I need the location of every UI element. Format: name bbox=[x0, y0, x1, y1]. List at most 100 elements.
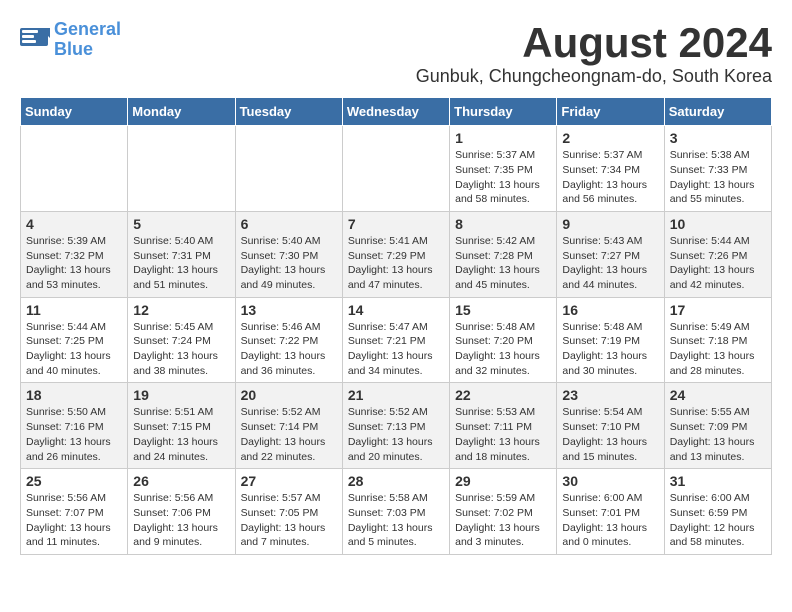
day-info: Sunrise: 6:00 AM Sunset: 6:59 PM Dayligh… bbox=[670, 491, 766, 550]
day-info: Sunrise: 5:43 AM Sunset: 7:27 PM Dayligh… bbox=[562, 234, 658, 293]
day-number: 26 bbox=[133, 473, 229, 489]
day-number: 12 bbox=[133, 302, 229, 318]
day-info: Sunrise: 5:56 AM Sunset: 7:06 PM Dayligh… bbox=[133, 491, 229, 550]
day-number: 14 bbox=[348, 302, 444, 318]
day-number: 7 bbox=[348, 216, 444, 232]
day-info: Sunrise: 5:48 AM Sunset: 7:20 PM Dayligh… bbox=[455, 320, 551, 379]
calendar-cell bbox=[235, 126, 342, 212]
day-number: 28 bbox=[348, 473, 444, 489]
day-info: Sunrise: 5:52 AM Sunset: 7:14 PM Dayligh… bbox=[241, 405, 337, 464]
calendar-cell: 3 Sunrise: 5:38 AM Sunset: 7:33 PM Daylig… bbox=[664, 126, 771, 212]
day-info: Sunrise: 5:44 AM Sunset: 7:25 PM Dayligh… bbox=[26, 320, 122, 379]
calendar-cell: 6 Sunrise: 5:40 AM Sunset: 7:30 PM Daylig… bbox=[235, 211, 342, 297]
day-number: 19 bbox=[133, 387, 229, 403]
calendar-cell: 26 Sunrise: 5:56 AM Sunset: 7:06 PM Dayli… bbox=[128, 469, 235, 555]
day-info: Sunrise: 5:48 AM Sunset: 7:19 PM Dayligh… bbox=[562, 320, 658, 379]
calendar-cell bbox=[128, 126, 235, 212]
day-number: 29 bbox=[455, 473, 551, 489]
calendar-cell: 19 Sunrise: 5:51 AM Sunset: 7:15 PM Dayli… bbox=[128, 383, 235, 469]
calendar-week-2: 4Sunrise: 5:39 AM Sunset: 7:32 PM Daylig… bbox=[21, 211, 772, 297]
day-number: 27 bbox=[241, 473, 337, 489]
day-number: 25 bbox=[26, 473, 122, 489]
calendar-cell: 28 Sunrise: 5:58 AM Sunset: 7:03 PM Dayli… bbox=[342, 469, 449, 555]
day-number: 6 bbox=[241, 216, 337, 232]
calendar-cell: 14Sunrise: 5:47 AM Sunset: 7:21 PM Dayli… bbox=[342, 297, 449, 383]
day-info: Sunrise: 5:41 AM Sunset: 7:29 PM Dayligh… bbox=[348, 234, 444, 293]
month-title: August 2024 bbox=[416, 20, 772, 66]
calendar-cell: 25 Sunrise: 5:56 AM Sunset: 7:07 PM Dayli… bbox=[21, 469, 128, 555]
day-info: Sunrise: 5:46 AM Sunset: 7:22 PM Dayligh… bbox=[241, 320, 337, 379]
day-number: 2 bbox=[562, 130, 658, 146]
calendar-cell: 4Sunrise: 5:39 AM Sunset: 7:32 PM Daylig… bbox=[21, 211, 128, 297]
day-number: 16 bbox=[562, 302, 658, 318]
calendar-week-1: 1Sunrise: 5:37 AM Sunset: 7:35 PM Daylig… bbox=[21, 126, 772, 212]
day-info: Sunrise: 5:45 AM Sunset: 7:24 PM Dayligh… bbox=[133, 320, 229, 379]
calendar-cell: 24 Sunrise: 5:55 AM Sunset: 7:09 PM Dayli… bbox=[664, 383, 771, 469]
day-info: Sunrise: 5:37 AM Sunset: 7:34 PM Dayligh… bbox=[562, 148, 658, 207]
day-info: Sunrise: 5:37 AM Sunset: 7:35 PM Dayligh… bbox=[455, 148, 551, 207]
weekday-header-thursday: Thursday bbox=[450, 98, 557, 126]
day-info: Sunrise: 5:55 AM Sunset: 7:09 PM Dayligh… bbox=[670, 405, 766, 464]
day-number: 11 bbox=[26, 302, 122, 318]
title-block: August 2024 Gunbuk, Chungcheongnam-do, S… bbox=[416, 20, 772, 87]
calendar-header-row: SundayMondayTuesdayWednesdayThursdayFrid… bbox=[21, 98, 772, 126]
calendar-cell: 22Sunrise: 5:53 AM Sunset: 7:11 PM Dayli… bbox=[450, 383, 557, 469]
calendar-cell bbox=[21, 126, 128, 212]
day-info: Sunrise: 5:40 AM Sunset: 7:30 PM Dayligh… bbox=[241, 234, 337, 293]
calendar-week-3: 11 Sunrise: 5:44 AM Sunset: 7:25 PM Dayli… bbox=[21, 297, 772, 383]
calendar-table: SundayMondayTuesdayWednesdayThursdayFrid… bbox=[20, 97, 772, 555]
day-number: 17 bbox=[670, 302, 766, 318]
day-number: 31 bbox=[670, 473, 766, 489]
calendar-week-4: 18Sunrise: 5:50 AM Sunset: 7:16 PM Dayli… bbox=[21, 383, 772, 469]
day-number: 9 bbox=[562, 216, 658, 232]
day-info: Sunrise: 5:51 AM Sunset: 7:15 PM Dayligh… bbox=[133, 405, 229, 464]
calendar-cell: 18Sunrise: 5:50 AM Sunset: 7:16 PM Dayli… bbox=[21, 383, 128, 469]
day-info: Sunrise: 5:40 AM Sunset: 7:31 PM Dayligh… bbox=[133, 234, 229, 293]
calendar-cell: 20 Sunrise: 5:52 AM Sunset: 7:14 PM Dayli… bbox=[235, 383, 342, 469]
day-info: Sunrise: 5:57 AM Sunset: 7:05 PM Dayligh… bbox=[241, 491, 337, 550]
calendar-cell: 11 Sunrise: 5:44 AM Sunset: 7:25 PM Dayli… bbox=[21, 297, 128, 383]
day-number: 23 bbox=[562, 387, 658, 403]
calendar-cell: 15 Sunrise: 5:48 AM Sunset: 7:20 PM Dayli… bbox=[450, 297, 557, 383]
day-info: Sunrise: 6:00 AM Sunset: 7:01 PM Dayligh… bbox=[562, 491, 658, 550]
calendar-cell: 5Sunrise: 5:40 AM Sunset: 7:31 PM Daylig… bbox=[128, 211, 235, 297]
calendar-cell: 12 Sunrise: 5:45 AM Sunset: 7:24 PM Dayli… bbox=[128, 297, 235, 383]
day-number: 30 bbox=[562, 473, 658, 489]
calendar-cell: 31 Sunrise: 6:00 AM Sunset: 6:59 PM Dayli… bbox=[664, 469, 771, 555]
weekday-header-friday: Friday bbox=[557, 98, 664, 126]
weekday-header-tuesday: Tuesday bbox=[235, 98, 342, 126]
calendar-cell: 1Sunrise: 5:37 AM Sunset: 7:35 PM Daylig… bbox=[450, 126, 557, 212]
calendar-cell: 13 Sunrise: 5:46 AM Sunset: 7:22 PM Dayli… bbox=[235, 297, 342, 383]
calendar-week-5: 25 Sunrise: 5:56 AM Sunset: 7:07 PM Dayli… bbox=[21, 469, 772, 555]
day-number: 20 bbox=[241, 387, 337, 403]
day-number: 15 bbox=[455, 302, 551, 318]
calendar-cell: 7 Sunrise: 5:41 AM Sunset: 7:29 PM Daylig… bbox=[342, 211, 449, 297]
logo: General Blue bbox=[20, 20, 121, 60]
day-info: Sunrise: 5:39 AM Sunset: 7:32 PM Dayligh… bbox=[26, 234, 122, 293]
logo-text: General Blue bbox=[54, 20, 121, 60]
day-info: Sunrise: 5:42 AM Sunset: 7:28 PM Dayligh… bbox=[455, 234, 551, 293]
calendar-cell: 10Sunrise: 5:44 AM Sunset: 7:26 PM Dayli… bbox=[664, 211, 771, 297]
day-info: Sunrise: 5:56 AM Sunset: 7:07 PM Dayligh… bbox=[26, 491, 122, 550]
day-info: Sunrise: 5:54 AM Sunset: 7:10 PM Dayligh… bbox=[562, 405, 658, 464]
day-info: Sunrise: 5:52 AM Sunset: 7:13 PM Dayligh… bbox=[348, 405, 444, 464]
calendar-cell: 29Sunrise: 5:59 AM Sunset: 7:02 PM Dayli… bbox=[450, 469, 557, 555]
day-info: Sunrise: 5:58 AM Sunset: 7:03 PM Dayligh… bbox=[348, 491, 444, 550]
day-number: 22 bbox=[455, 387, 551, 403]
day-info: Sunrise: 5:44 AM Sunset: 7:26 PM Dayligh… bbox=[670, 234, 766, 293]
weekday-header-sunday: Sunday bbox=[21, 98, 128, 126]
calendar-cell: 30 Sunrise: 6:00 AM Sunset: 7:01 PM Dayli… bbox=[557, 469, 664, 555]
day-number: 13 bbox=[241, 302, 337, 318]
calendar-cell: 16 Sunrise: 5:48 AM Sunset: 7:19 PM Dayli… bbox=[557, 297, 664, 383]
day-number: 3 bbox=[670, 130, 766, 146]
calendar-cell: 2 Sunrise: 5:37 AM Sunset: 7:34 PM Daylig… bbox=[557, 126, 664, 212]
calendar-cell: 17Sunrise: 5:49 AM Sunset: 7:18 PM Dayli… bbox=[664, 297, 771, 383]
calendar-cell: 9 Sunrise: 5:43 AM Sunset: 7:27 PM Daylig… bbox=[557, 211, 664, 297]
day-number: 21 bbox=[348, 387, 444, 403]
weekday-header-monday: Monday bbox=[128, 98, 235, 126]
day-info: Sunrise: 5:38 AM Sunset: 7:33 PM Dayligh… bbox=[670, 148, 766, 207]
location-subtitle: Gunbuk, Chungcheongnam-do, South Korea bbox=[416, 66, 772, 87]
calendar-cell bbox=[342, 126, 449, 212]
calendar-cell: 8Sunrise: 5:42 AM Sunset: 7:28 PM Daylig… bbox=[450, 211, 557, 297]
day-number: 24 bbox=[670, 387, 766, 403]
